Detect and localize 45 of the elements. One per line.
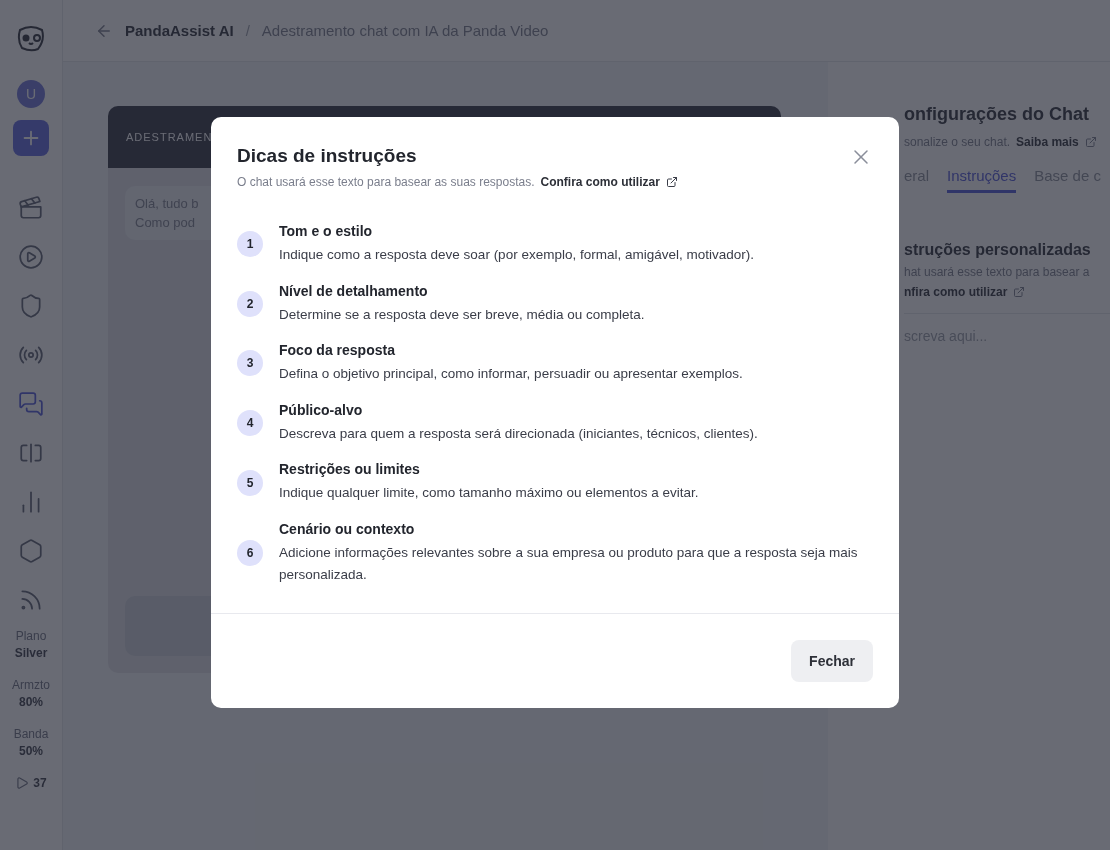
external-link-icon [1084,136,1097,148]
stat-value: 80% [18,695,43,709]
breadcrumb-link[interactable]: PandaAssist AI [125,22,234,39]
external-link-icon [1013,286,1026,298]
play-circle-icon [18,244,44,270]
chat-title: ADESTRAMEN [126,131,213,143]
settings-title: onfigurações do Chat [904,104,1090,125]
tip-title: Público-alvo [279,401,364,418]
tip-description: Defina o objetivo principal, como informar, persuadir ou apresentar exemplos. [279,365,743,384]
tip-description: Indique qualquer limite, como tamanho máximo ou elementos a evitar. [279,484,699,503]
panda-logo-icon [16,24,46,52]
tip-description: Adicione informações relevantes sobre a sua empresa ou produto para que a resposta seja mais personalizada. [279,543,859,584]
chat-bubbles-icon [18,391,44,417]
step-number: 3 [237,350,263,377]
tip-description: Descreva para quem a resposta será direcionada (iniciantes, técnicos, clientes). [279,424,758,443]
learn-more-link[interactable]: Saiba mais [1016,135,1079,149]
step-number: 2 [237,290,263,317]
breadcrumb-separator: / [245,22,250,39]
dialog-subtitle: O chat usará esse texto para basear as suas respostas. [237,175,535,189]
tip-title: Foco da resposta [279,342,396,359]
dialog-title: Dicas de instruções [237,145,417,168]
tip-title: Cenário ou contexto [279,520,416,537]
hexagon-icon [18,538,44,564]
usage-link[interactable]: nfira como utilizar [904,285,1008,299]
clapperboard-icon [18,195,44,221]
usage-link[interactable]: Confira como utilizar [540,175,660,189]
step-number: 1 [237,231,263,258]
play-icon [15,776,30,790]
step-number: 6 [237,540,263,567]
stat-value: 50% [18,744,43,758]
step-number: 5 [237,469,263,496]
add-button[interactable] [13,120,49,156]
settings-tab[interactable]: Instruções [947,167,1017,193]
close-dialog-button[interactable]: Fechar [791,640,873,683]
tip-title: Nível de detalhamento [279,282,429,299]
tip-title: Restrições ou limites [279,461,421,478]
credits-count: 37 [33,776,47,790]
shield-icon [18,293,44,319]
tip-description: Indique como a resposta deve soar (por exemplo, formal, amigável, motivador). [279,246,754,264]
tip-description: Determine se a resposta deve ser breve, média ou completa. [279,305,645,324]
stat-value: Silver [14,646,48,660]
step-number: 4 [237,410,263,437]
external-link-icon [665,176,678,188]
section-title: struções personalizadas [904,241,1092,259]
tip-title: Tom e o estilo [279,223,374,239]
